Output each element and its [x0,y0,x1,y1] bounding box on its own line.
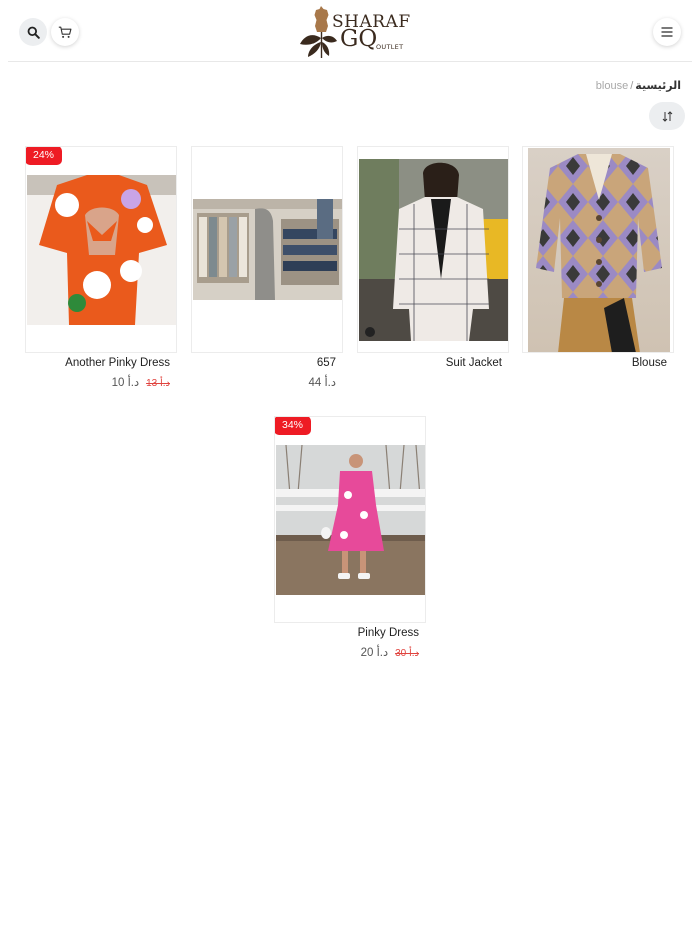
product-name[interactable]: Pinky Dress [358,627,419,639]
sort-icon [662,110,672,122]
product-photo-pink-dress [276,445,425,595]
product-price: 20 د.أ [360,647,389,659]
product-image[interactable] [276,445,425,595]
breadcrumb: الرئيسية/blouse [596,79,681,92]
product-price: 10 د.أ [111,377,140,389]
product-image-frame[interactable] [357,146,509,353]
product-image[interactable] [193,199,342,300]
discount-badge: 34% [275,417,312,435]
cart-button[interactable] [51,18,79,46]
discount-badge: 24% [26,147,63,165]
product-price-group: 10 د.أ 13 د.أ [112,375,170,389]
product-old-price: 30 د.أ [395,648,419,659]
product-old-price: 13 د.أ [146,378,170,389]
breadcrumb-current: blouse [595,80,629,92]
product-photo-store [193,199,342,300]
photo-badge-icon [365,327,375,337]
product-name[interactable]: Suit Jacket [446,357,502,369]
product-price: 44 د.أ [308,377,336,389]
product-photo-floral-dress [27,175,176,325]
search-icon [27,26,40,39]
product-image-frame[interactable] [191,146,343,353]
product-image-frame[interactable]: 24% [25,146,177,353]
logo-text-gq: GQ [340,26,378,52]
product-image[interactable] [27,175,176,325]
brand-logo[interactable]: SHARAF GQ OUTLET [296,4,416,60]
product-image-frame[interactable] [522,146,674,353]
breadcrumb-home-link[interactable]: الرئيسية [635,80,681,92]
breadcrumb-separator: / [630,80,634,92]
product-name[interactable]: Another Pinky Dress [65,357,170,369]
sort-button[interactable] [649,102,685,130]
logo-text-outlet: OUTLET [376,43,404,51]
product-price-group: 44 د.أ [308,375,336,389]
cart-icon [58,26,72,38]
product-image[interactable] [528,148,670,352]
product-image[interactable] [359,159,508,341]
product-name[interactable]: 657 [317,357,336,369]
product-image-frame[interactable]: 34% [274,416,426,623]
menu-icon [661,27,673,37]
product-photo-suit-jacket [359,159,508,341]
product-photo-blouse [536,154,662,352]
search-button[interactable] [19,18,47,46]
menu-button[interactable] [653,18,681,46]
site-header: SHARAF GQ OUTLET [8,0,692,62]
product-name[interactable]: Blouse [632,357,667,369]
product-price-group: 20 د.أ 30 د.أ [361,645,419,659]
